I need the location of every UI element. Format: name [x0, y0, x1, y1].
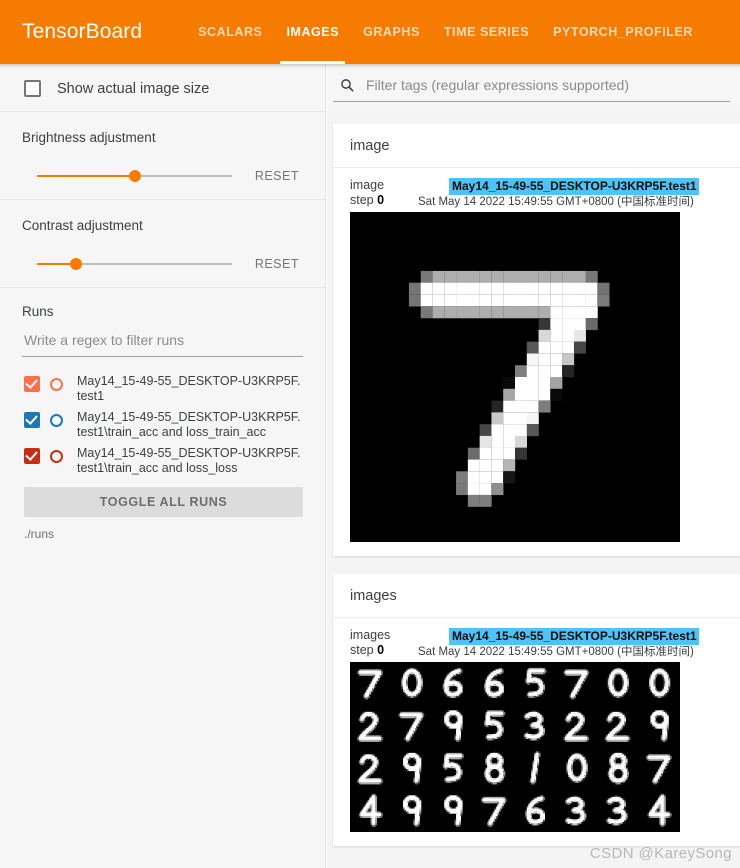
brightness-section: Brightness adjustment RESET: [0, 112, 325, 200]
image-timestamp: Sat May 14 2022 15:49:55 GMT+0800 (中国标准时…: [418, 646, 694, 658]
step-value: 0: [377, 193, 385, 207]
image-timestamp: Sat May 14 2022 15:49:55 GMT+0800 (中国标准时…: [418, 196, 694, 208]
contrast-slider-thumb[interactable]: [70, 258, 82, 270]
image-card-image: image image step 0 May14_15-49-55_DESKTO…: [333, 124, 740, 556]
run-label: May14_15-49-55_DESKTOP-U3KRP5F.test1: [77, 374, 301, 403]
tag-filter-bar: [327, 64, 740, 110]
brightness-slider-thumb[interactable]: [128, 170, 141, 182]
tab-scalars[interactable]: SCALARS: [186, 0, 274, 64]
runs-filter[interactable]: [22, 331, 303, 357]
run-label: May14_15-49-55_DESKTOP-U3KRP5F.test1\tra…: [77, 410, 301, 439]
brightness-slider[interactable]: [37, 167, 232, 185]
contrast-section: Contrast adjustment RESET: [0, 200, 325, 288]
image-step-label: step 0: [350, 193, 384, 207]
search-icon: [341, 79, 354, 92]
step-word: step: [350, 193, 374, 207]
image-metadata: images step 0 May14_15-49-55_DESKTOP-U3K…: [350, 628, 740, 662]
card-title: images: [333, 574, 740, 618]
image-metadata: image step 0 May14_15-49-55_DESKTOP-U3KR…: [350, 178, 740, 212]
tag-filter-input[interactable]: [364, 76, 730, 94]
image-step-label: step 0: [350, 643, 384, 657]
brightness-label: Brightness adjustment: [22, 130, 156, 145]
run-radio[interactable]: [50, 414, 63, 427]
contrast-reset-button[interactable]: RESET: [255, 257, 303, 271]
runs-list: May14_15-49-55_DESKTOP-U3KRP5F.test1 May1…: [0, 371, 325, 479]
runs-section: Runs May14_15-49-55_DESKTOP-U3KRP5F.test…: [0, 288, 325, 541]
tab-time-series[interactable]: TIME SERIES: [432, 0, 541, 64]
app-header: TensorBoard SCALARS IMAGES GRAPHS TIME S…: [0, 0, 740, 64]
run-item[interactable]: May14_15-49-55_DESKTOP-U3KRP5F.test1\tra…: [0, 443, 325, 479]
app-brand: TensorBoard: [22, 20, 143, 43]
sidebar: Show actual image size Brightness adjust…: [0, 64, 326, 868]
show-actual-image-size-label: Show actual image size: [57, 80, 210, 97]
runs-heading: Runs: [22, 304, 54, 319]
toggle-all-runs-button[interactable]: TOGGLE ALL RUNS: [24, 487, 303, 517]
run-label: May14_15-49-55_DESKTOP-U3KRP5F.test1\tra…: [77, 446, 301, 475]
run-radio[interactable]: [50, 378, 63, 391]
step-value: 0: [377, 643, 385, 657]
show-actual-image-size-checkbox[interactable]: [24, 80, 41, 97]
watermark: CSDN @KareySong: [589, 845, 732, 862]
image-preview-grid[interactable]: [350, 662, 680, 832]
tab-pytorch-profiler[interactable]: PYTORCH_PROFILER: [541, 0, 705, 64]
tab-images[interactable]: IMAGES: [274, 0, 351, 64]
image-preview-digit[interactable]: [350, 212, 680, 542]
card-title: image: [333, 124, 740, 168]
run-item[interactable]: May14_15-49-55_DESKTOP-U3KRP5F.test1: [0, 371, 325, 407]
brightness-reset-button[interactable]: RESET: [255, 169, 303, 183]
main-panel: image image step 0 May14_15-49-55_DESKTO…: [327, 64, 740, 868]
image-tag-label: images: [350, 628, 391, 642]
image-tag-label: image: [350, 178, 385, 192]
runs-logdir-path: ./runs: [24, 527, 55, 541]
show-actual-image-size-row[interactable]: Show actual image size: [0, 64, 325, 112]
brightness-slider-fill: [37, 175, 135, 177]
run-checkbox[interactable]: [24, 412, 40, 428]
contrast-slider[interactable]: [37, 255, 232, 273]
image-card-images: images images step 0 May14_15-49-55_DESK…: [333, 574, 740, 846]
run-item[interactable]: May14_15-49-55_DESKTOP-U3KRP5F.test1\tra…: [0, 407, 325, 443]
contrast-label: Contrast adjustment: [22, 218, 143, 233]
runs-filter-input[interactable]: [22, 331, 303, 349]
run-checkbox[interactable]: [24, 376, 40, 392]
tab-graphs[interactable]: GRAPHS: [351, 0, 432, 64]
run-checkbox[interactable]: [24, 448, 40, 464]
run-radio[interactable]: [50, 450, 63, 463]
step-word: step: [350, 643, 374, 657]
